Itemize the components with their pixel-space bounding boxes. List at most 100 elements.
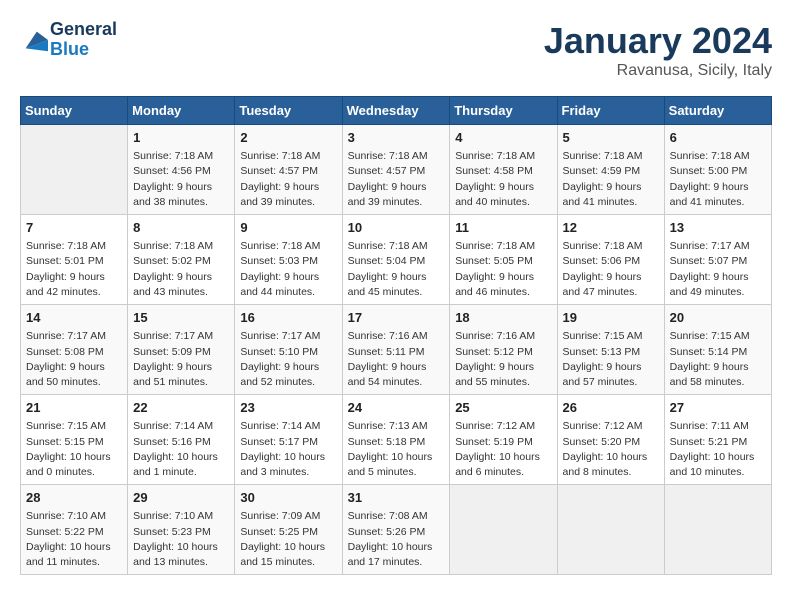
calendar-cell — [21, 125, 128, 215]
day-info: Sunrise: 7:16 AMSunset: 5:12 PMDaylight:… — [455, 329, 551, 390]
logo-icon — [20, 26, 48, 54]
calendar-cell: 10Sunrise: 7:18 AMSunset: 5:04 PMDayligh… — [342, 215, 450, 305]
calendar-cell: 28 Sunrise: 7:10 AMSunset: 5:22 PMDayligh… — [21, 485, 128, 575]
calendar-cell — [450, 485, 557, 575]
day-number: 6 — [670, 129, 766, 147]
day-number: 4 — [455, 129, 551, 147]
calendar-cell: 30 Sunrise: 7:09 AMSunset: 5:25 PMDayligh… — [235, 485, 342, 575]
calendar-cell: 2 Sunrise: 7:18 AMSunset: 4:57 PMDaylight… — [235, 125, 342, 215]
day-info: Sunrise: 7:13 AMSunset: 5:18 PMDaylight:… — [348, 419, 445, 480]
day-number: 16 — [240, 309, 336, 327]
calendar-cell: 22 Sunrise: 7:14 AMSunset: 5:16 PMDayligh… — [128, 395, 235, 485]
day-info: Sunrise: 7:12 AMSunset: 5:19 PMDaylight:… — [455, 419, 551, 480]
calendar-cell: 19Sunrise: 7:15 AMSunset: 5:13 PMDayligh… — [557, 305, 664, 395]
day-number: 15 — [133, 309, 229, 327]
day-info: Sunrise: 7:18 AMSunset: 4:57 PMDaylight:… — [348, 149, 445, 210]
calendar-week-4: 21Sunrise: 7:15 AMSunset: 5:15 PMDayligh… — [21, 395, 772, 485]
day-number: 27 — [670, 399, 766, 417]
day-info: Sunrise: 7:15 AMSunset: 5:15 PMDaylight:… — [26, 419, 122, 480]
weekday-header-sunday: Sunday — [21, 97, 128, 125]
day-info: Sunrise: 7:18 AMSunset: 5:01 PMDaylight:… — [26, 239, 122, 300]
calendar-week-2: 7 Sunrise: 7:18 AMSunset: 5:01 PMDaylight… — [21, 215, 772, 305]
logo: General Blue — [20, 20, 117, 60]
day-number: 22 — [133, 399, 229, 417]
calendar-cell: 9 Sunrise: 7:18 AMSunset: 5:03 PMDaylight… — [235, 215, 342, 305]
day-number: 12 — [563, 219, 659, 237]
day-number: 5 — [563, 129, 659, 147]
location: Ravanusa, Sicily, Italy — [544, 62, 772, 80]
day-number: 26 — [563, 399, 659, 417]
calendar-cell: 23Sunrise: 7:14 AMSunset: 5:17 PMDayligh… — [235, 395, 342, 485]
month-title: January 2024 — [544, 20, 772, 62]
calendar-week-3: 14 Sunrise: 7:17 AMSunset: 5:08 PMDayligh… — [21, 305, 772, 395]
calendar-cell: 13Sunrise: 7:17 AMSunset: 5:07 PMDayligh… — [664, 215, 771, 305]
day-number: 18 — [455, 309, 551, 327]
calendar-cell: 31 Sunrise: 7:08 AMSunset: 5:26 PMDayligh… — [342, 485, 450, 575]
day-number: 9 — [240, 219, 336, 237]
day-number: 3 — [348, 129, 445, 147]
day-number: 14 — [26, 309, 122, 327]
weekday-header-saturday: Saturday — [664, 97, 771, 125]
weekday-header-wednesday: Wednesday — [342, 97, 450, 125]
calendar-cell: 17Sunrise: 7:16 AMSunset: 5:11 PMDayligh… — [342, 305, 450, 395]
day-info: Sunrise: 7:16 AMSunset: 5:11 PMDaylight:… — [348, 329, 445, 390]
day-number: 24 — [348, 399, 445, 417]
day-number: 29 — [133, 489, 229, 507]
day-info: Sunrise: 7:18 AMSunset: 5:06 PMDaylight:… — [563, 239, 659, 300]
calendar-cell: 15Sunrise: 7:17 AMSunset: 5:09 PMDayligh… — [128, 305, 235, 395]
calendar-cell: 16 Sunrise: 7:17 AMSunset: 5:10 PMDayligh… — [235, 305, 342, 395]
day-number: 1 — [133, 129, 229, 147]
calendar-cell: 12 Sunrise: 7:18 AMSunset: 5:06 PMDayligh… — [557, 215, 664, 305]
calendar-body: 1 Sunrise: 7:18 AMSunset: 4:56 PMDaylight… — [21, 125, 772, 575]
calendar-cell — [664, 485, 771, 575]
calendar-cell: 3 Sunrise: 7:18 AMSunset: 4:57 PMDaylight… — [342, 125, 450, 215]
calendar-cell: 4 Sunrise: 7:18 AMSunset: 4:58 PMDaylight… — [450, 125, 557, 215]
day-number: 8 — [133, 219, 229, 237]
calendar-cell: 7 Sunrise: 7:18 AMSunset: 5:01 PMDaylight… — [21, 215, 128, 305]
calendar-cell: 24 Sunrise: 7:13 AMSunset: 5:18 PMDayligh… — [342, 395, 450, 485]
day-info: Sunrise: 7:18 AMSunset: 4:58 PMDaylight:… — [455, 149, 551, 210]
calendar-cell: 11 Sunrise: 7:18 AMSunset: 5:05 PMDayligh… — [450, 215, 557, 305]
calendar-cell: 29 Sunrise: 7:10 AMSunset: 5:23 PMDayligh… — [128, 485, 235, 575]
day-number: 30 — [240, 489, 336, 507]
calendar-cell: 21Sunrise: 7:15 AMSunset: 5:15 PMDayligh… — [21, 395, 128, 485]
calendar-week-5: 28 Sunrise: 7:10 AMSunset: 5:22 PMDayligh… — [21, 485, 772, 575]
calendar-cell: 25 Sunrise: 7:12 AMSunset: 5:19 PMDayligh… — [450, 395, 557, 485]
day-info: Sunrise: 7:17 AMSunset: 5:08 PMDaylight:… — [26, 329, 122, 390]
day-info: Sunrise: 7:18 AMSunset: 5:04 PMDaylight:… — [348, 239, 445, 300]
day-info: Sunrise: 7:18 AMSunset: 4:59 PMDaylight:… — [563, 149, 659, 210]
day-info: Sunrise: 7:10 AMSunset: 5:22 PMDaylight:… — [26, 509, 122, 570]
calendar-cell: 27Sunrise: 7:11 AMSunset: 5:21 PMDayligh… — [664, 395, 771, 485]
day-number: 11 — [455, 219, 551, 237]
day-info: Sunrise: 7:10 AMSunset: 5:23 PMDaylight:… — [133, 509, 229, 570]
day-info: Sunrise: 7:17 AMSunset: 5:07 PMDaylight:… — [670, 239, 766, 300]
calendar-cell: 14 Sunrise: 7:17 AMSunset: 5:08 PMDayligh… — [21, 305, 128, 395]
calendar-cell: 26Sunrise: 7:12 AMSunset: 5:20 PMDayligh… — [557, 395, 664, 485]
day-info: Sunrise: 7:15 AMSunset: 5:14 PMDaylight:… — [670, 329, 766, 390]
weekday-header-row: SundayMondayTuesdayWednesdayThursdayFrid… — [21, 97, 772, 125]
day-info: Sunrise: 7:18 AMSunset: 5:00 PMDaylight:… — [670, 149, 766, 210]
day-number: 2 — [240, 129, 336, 147]
title-block: January 2024 Ravanusa, Sicily, Italy — [544, 20, 772, 80]
day-info: Sunrise: 7:14 AMSunset: 5:16 PMDaylight:… — [133, 419, 229, 480]
day-info: Sunrise: 7:18 AMSunset: 4:56 PMDaylight:… — [133, 149, 229, 210]
day-info: Sunrise: 7:17 AMSunset: 5:10 PMDaylight:… — [240, 329, 336, 390]
day-info: Sunrise: 7:18 AMSunset: 4:57 PMDaylight:… — [240, 149, 336, 210]
day-info: Sunrise: 7:14 AMSunset: 5:17 PMDaylight:… — [240, 419, 336, 480]
day-number: 7 — [26, 219, 122, 237]
calendar-cell: 20Sunrise: 7:15 AMSunset: 5:14 PMDayligh… — [664, 305, 771, 395]
day-number: 25 — [455, 399, 551, 417]
calendar-cell: 8 Sunrise: 7:18 AMSunset: 5:02 PMDaylight… — [128, 215, 235, 305]
calendar-cell: 1 Sunrise: 7:18 AMSunset: 4:56 PMDaylight… — [128, 125, 235, 215]
weekday-header-tuesday: Tuesday — [235, 97, 342, 125]
day-info: Sunrise: 7:18 AMSunset: 5:02 PMDaylight:… — [133, 239, 229, 300]
day-number: 31 — [348, 489, 445, 507]
calendar-cell: 6 Sunrise: 7:18 AMSunset: 5:00 PMDaylight… — [664, 125, 771, 215]
logo-text: General Blue — [50, 20, 117, 60]
calendar-table: SundayMondayTuesdayWednesdayThursdayFrid… — [20, 96, 772, 575]
day-info: Sunrise: 7:09 AMSunset: 5:25 PMDaylight:… — [240, 509, 336, 570]
day-info: Sunrise: 7:18 AMSunset: 5:05 PMDaylight:… — [455, 239, 551, 300]
day-info: Sunrise: 7:18 AMSunset: 5:03 PMDaylight:… — [240, 239, 336, 300]
day-info: Sunrise: 7:08 AMSunset: 5:26 PMDaylight:… — [348, 509, 445, 570]
day-number: 28 — [26, 489, 122, 507]
